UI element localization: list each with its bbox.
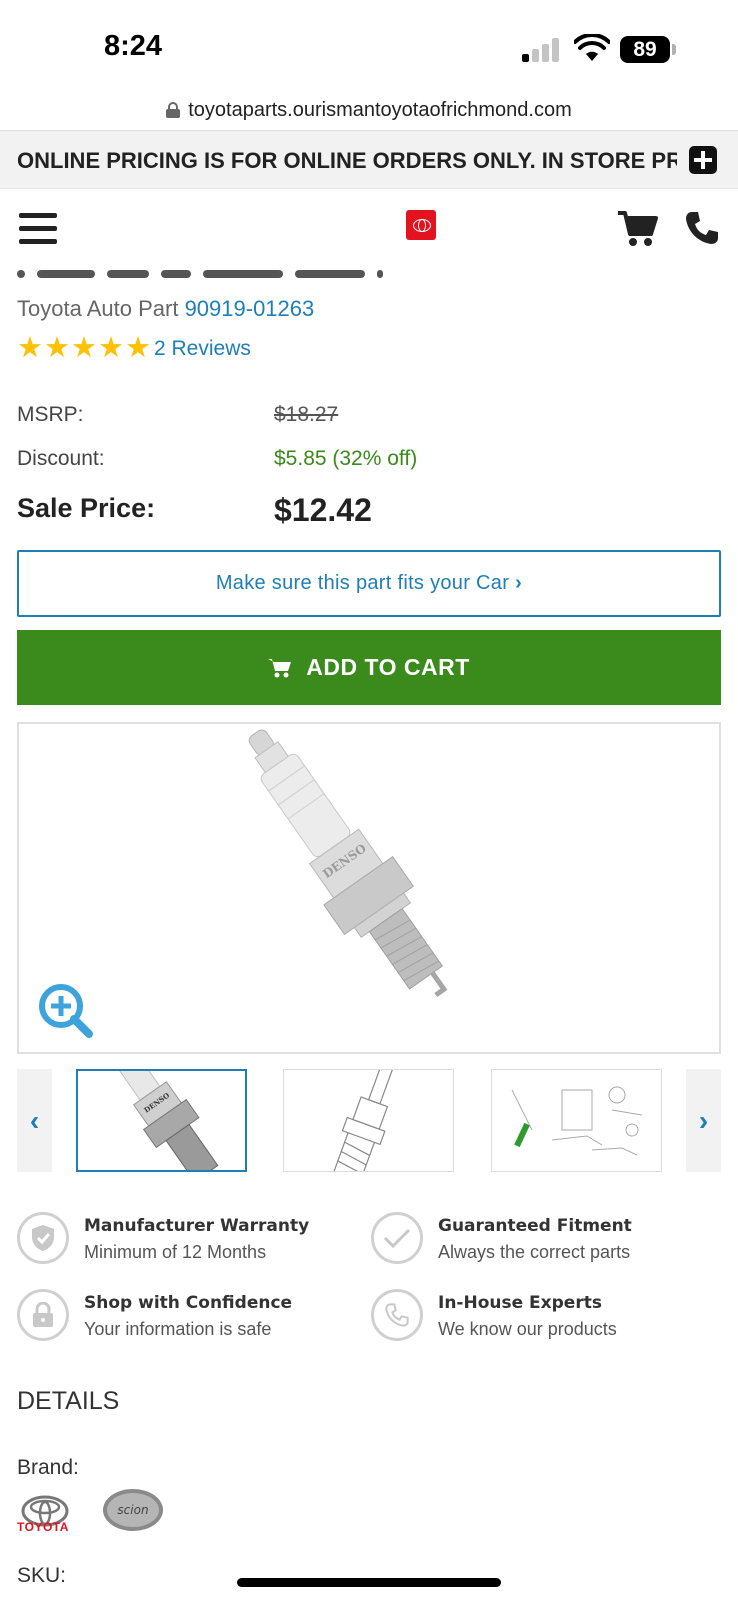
star-icon: ★ (125, 332, 151, 364)
battery-indicator: 89 (620, 36, 670, 63)
assurance-subtitle: We know our products (438, 1319, 617, 1339)
add-to-cart-button[interactable]: ADD TO CART (17, 630, 721, 705)
star-icon: ★ (98, 332, 124, 364)
fit-button-label: Make sure this part fits your Car (215, 572, 510, 594)
reviews-link[interactable]: 2 Reviews (154, 337, 251, 361)
lock-icon (166, 102, 181, 118)
assurance-title: Shop with Confidence (84, 1293, 293, 1313)
chevron-right-icon[interactable]: › (686, 1069, 721, 1172)
check-fitment-button[interactable]: Make sure this part fits your Car › (17, 550, 721, 617)
address-bar[interactable]: toyotaparts.ourismantoyotaofrichmond.com (0, 90, 738, 130)
details-heading: DETAILS (17, 1387, 120, 1415)
checkmark-icon (371, 1212, 423, 1264)
spark-plug-image: DENSO (248, 729, 448, 998)
assurance-subtitle: Minimum of 12 Months (84, 1242, 267, 1262)
assurance-fitment: Guaranteed Fitment Always the correct pa… (371, 1212, 701, 1272)
url-text[interactable]: toyotaparts.ourismantoyotaofrichmond.com (188, 99, 572, 122)
thumbnail-spark-plug-photo[interactable]: DENSO (76, 1069, 247, 1172)
scion-brand-logo[interactable]: scion (102, 1488, 164, 1532)
lock-icon (17, 1289, 69, 1341)
msrp-value: $18.27 (274, 403, 339, 426)
star-icon: ★ (44, 332, 70, 364)
part-info: Toyota Auto Part 90919-01263 (17, 296, 314, 322)
cart-icon[interactable] (618, 210, 658, 248)
cart-icon (268, 658, 292, 677)
wifi-icon (574, 34, 610, 61)
thumbnail-ignition-diagram[interactable] (491, 1069, 662, 1172)
assurance-subtitle: Always the correct parts (438, 1242, 631, 1262)
rating: ★ ★ ★ ★ ★ 2 Reviews (17, 334, 251, 363)
part-prefix: Toyota Auto Part (17, 296, 179, 321)
star-icon: ★ (71, 332, 97, 364)
assurance-warranty: Manufacturer Warranty Minimum of 12 Mont… (17, 1212, 347, 1272)
shield-check-icon (17, 1212, 69, 1264)
hamburger-icon[interactable] (19, 213, 57, 245)
discount-label: Discount: (17, 447, 105, 470)
assurance-title: Manufacturer Warranty (84, 1216, 310, 1236)
thumbnail-spark-plug-diagram[interactable] (283, 1069, 454, 1172)
add-to-cart-label: ADD TO CART (306, 654, 470, 680)
sale-price-value: $12.42 (274, 492, 372, 528)
star-icon: ★ (17, 332, 43, 364)
status-time: 8:24 (104, 30, 163, 62)
brand-label: Brand: (17, 1456, 79, 1479)
home-indicator[interactable] (237, 1578, 501, 1587)
phone-icon[interactable] (684, 210, 720, 246)
assurance-confidence: Shop with Confidence Your information is… (17, 1289, 347, 1349)
notice-text: ONLINE PRICING IS FOR ONLINE ORDERS ONLY… (17, 148, 677, 173)
chevron-left-icon[interactable]: ‹ (17, 1069, 52, 1172)
thumbnail-carousel: ‹ DENSO › (17, 1069, 721, 1172)
assurance-subtitle: Your information is safe (84, 1319, 272, 1339)
msrp-label: MSRP: (17, 403, 84, 426)
pricing-notice-banner: ONLINE PRICING IS FOR ONLINE ORDERS ONLY… (0, 130, 738, 189)
product-title-cutoff (17, 262, 547, 278)
cellular-signal-icon (522, 38, 562, 62)
assurance-title: Guaranteed Fitment (438, 1216, 632, 1236)
part-number-link[interactable]: 90919-01263 (185, 296, 315, 321)
toyota-logo[interactable] (406, 210, 436, 240)
assurance-title: In-House Experts (438, 1293, 602, 1313)
site-header (0, 190, 738, 270)
toyota-brand-text: TOYOTA (17, 1520, 69, 1534)
product-image[interactable]: DENSO (17, 722, 721, 1054)
scion-brand-text: scion (117, 1503, 148, 1517)
phone-icon (371, 1289, 423, 1341)
discount-value: $5.85 (32% off) (274, 447, 418, 470)
plus-icon[interactable] (689, 146, 717, 174)
assurance-experts: In-House Experts We know our products (371, 1289, 701, 1349)
battery-tip (672, 44, 676, 55)
sku-label: SKU: (17, 1564, 67, 1587)
zoom-in-icon[interactable] (37, 982, 93, 1038)
chevron-right-icon: › (515, 572, 523, 594)
status-bar: 8:24 89 (0, 0, 738, 90)
sale-price-label: Sale Price: (17, 493, 156, 523)
